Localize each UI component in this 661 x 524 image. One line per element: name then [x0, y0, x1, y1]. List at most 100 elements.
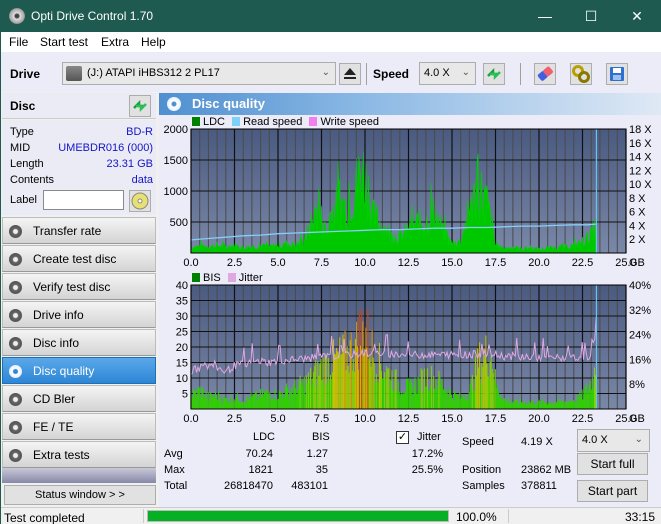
- bis-bar: [464, 399, 466, 409]
- bis-bar: [514, 399, 516, 409]
- bis-bar: [314, 366, 316, 409]
- bis-bar: [331, 371, 333, 409]
- bis-bar: [247, 398, 249, 409]
- nav-transfer-rate[interactable]: Transfer rate: [2, 217, 156, 244]
- y-right-tick-label: 14 X: [629, 152, 652, 164]
- bis-bar: [225, 397, 227, 409]
- menu-extra[interactable]: Extra: [101, 35, 129, 49]
- bis-bar: [423, 368, 425, 409]
- x-tick-label: 0.0: [183, 257, 198, 269]
- nav-extra-tests[interactable]: Extra tests: [2, 441, 156, 468]
- minimize-button[interactable]: —: [522, 1, 568, 32]
- bis-bar: [458, 398, 460, 409]
- menu-start-test[interactable]: Start test: [40, 35, 88, 49]
- jitter-checkbox[interactable]: ✓: [396, 431, 409, 444]
- bis-bar: [297, 387, 299, 409]
- bis-bar: [244, 403, 246, 409]
- disc-refresh-button[interactable]: [129, 95, 151, 117]
- bis-bar: [268, 393, 270, 409]
- bis-bar: [372, 357, 374, 409]
- eject-icon: [344, 68, 356, 79]
- disc-header-title: Disc: [10, 99, 36, 113]
- bis-bar: [337, 351, 339, 409]
- bis-bar: [480, 382, 482, 409]
- bis-bar: [439, 377, 441, 409]
- refresh-icon: [487, 67, 501, 81]
- start-full-button[interactable]: Start full: [577, 453, 648, 475]
- nav-fe-te[interactable]: FE / TE: [2, 413, 156, 440]
- save-button[interactable]: [606, 63, 628, 85]
- y-tick-label: 20: [176, 342, 188, 354]
- nav-label: Create test disc: [33, 252, 117, 266]
- refresh-button[interactable]: [483, 63, 505, 85]
- bis-bar: [383, 377, 385, 409]
- bis-bar: [525, 404, 527, 409]
- nav-cd-bler[interactable]: CD Bler: [2, 385, 156, 412]
- x-tick-label: 20.0: [528, 413, 549, 425]
- bis-bar: [556, 401, 558, 409]
- bis-bar: [271, 399, 273, 409]
- bis-bar: [312, 378, 314, 409]
- disc-label-button[interactable]: [129, 190, 151, 212]
- bis-bar: [451, 394, 453, 409]
- bis-bar: [307, 372, 309, 409]
- bis-bar: [580, 396, 582, 409]
- bis-bar: [238, 400, 240, 409]
- settings-button[interactable]: [570, 63, 592, 85]
- bis-bar: [250, 393, 252, 409]
- bis-bar: [454, 391, 456, 409]
- erase-button[interactable]: [534, 63, 556, 85]
- nav-verify-test-disc[interactable]: Verify test disc: [2, 273, 156, 300]
- bis-bar: [369, 356, 371, 409]
- bis-bar: [429, 391, 431, 409]
- menu-file[interactable]: File: [9, 35, 28, 49]
- bis-bar: [371, 330, 373, 409]
- nav-label: Extra tests: [33, 448, 90, 462]
- bis-bar: [428, 390, 430, 409]
- x-tick-label: 17.5: [485, 413, 506, 425]
- x-axis-unit: GB: [629, 257, 645, 269]
- bis-bar: [326, 383, 328, 409]
- nav-disc-info[interactable]: Disc info: [2, 329, 156, 356]
- test-speed-select[interactable]: 4.0 X ⌄: [577, 429, 650, 452]
- start-part-button[interactable]: Start part: [577, 480, 648, 502]
- bis-bar: [467, 399, 469, 409]
- eraser-icon: [537, 66, 553, 81]
- nav-drive-info[interactable]: Drive info: [2, 301, 156, 328]
- eject-button[interactable]: [339, 63, 361, 85]
- speed-readout-value: 4.19 X: [521, 436, 553, 448]
- bis-bar: [446, 393, 448, 409]
- chevron-down-icon: ⌄: [634, 434, 643, 445]
- bis-bar: [499, 395, 501, 409]
- bis-bar: [449, 389, 451, 409]
- bis-bar: [304, 394, 306, 409]
- field-value: 23.31 GB: [106, 158, 153, 170]
- bis-bar: [252, 394, 254, 409]
- nav-label: FE / TE: [33, 420, 74, 434]
- bis-bar: [586, 392, 588, 409]
- nav-disc-quality[interactable]: Disc quality: [2, 357, 156, 384]
- bis-bar: [395, 369, 397, 409]
- bis-bar: [313, 371, 315, 409]
- bis-bar: [288, 398, 290, 409]
- disc-label-input[interactable]: [43, 190, 124, 210]
- maximize-button[interactable]: ☐: [568, 1, 614, 32]
- x-tick-label: 20.0: [528, 257, 549, 269]
- bis-bar: [413, 385, 415, 409]
- bis-bar: [561, 401, 563, 409]
- bis-bar: [301, 385, 303, 409]
- menu-help[interactable]: Help: [141, 35, 166, 49]
- speed-select[interactable]: 4.0 X ⌄: [419, 62, 476, 85]
- bis-bar: [485, 335, 487, 409]
- bis-bar: [537, 399, 539, 409]
- test-speed-value: 4.0 X: [582, 434, 608, 446]
- bis-bar: [390, 380, 392, 409]
- bis-bar: [277, 398, 279, 409]
- status-window-button[interactable]: Status window > >: [4, 485, 156, 505]
- y-right-tick-label: 10 X: [629, 179, 652, 191]
- bis-bar: [486, 363, 488, 409]
- close-button[interactable]: ✕: [614, 1, 660, 32]
- bis-bar: [209, 392, 211, 409]
- nav-create-test-disc[interactable]: Create test disc: [2, 245, 156, 272]
- drive-select[interactable]: (J:) ATAPI iHBS312 2 PL17 ⌄: [62, 62, 336, 85]
